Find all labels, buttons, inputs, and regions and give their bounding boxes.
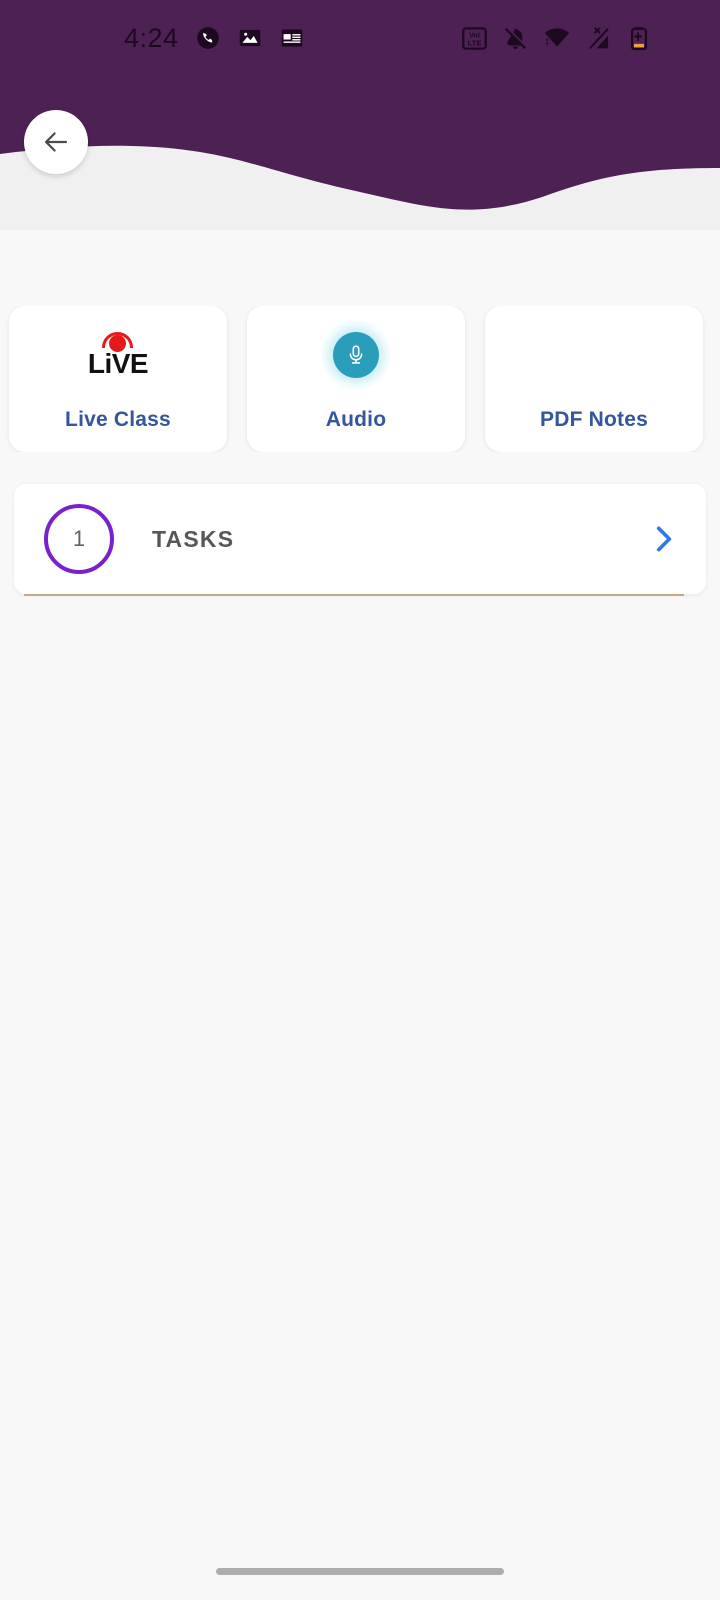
- action-card-audio-label: Audio: [325, 408, 387, 431]
- action-card-audio[interactable]: Audio: [247, 306, 465, 452]
- tasks-row-label: TASKS: [152, 525, 235, 552]
- header-wave-shape: [0, 0, 720, 210]
- tasks-row-chevron[interactable]: [646, 522, 680, 556]
- microphone-circle: [333, 332, 379, 378]
- live-class-icon-slot: LiVE: [9, 306, 227, 404]
- home-gesture-bar[interactable]: [216, 1568, 504, 1575]
- live-wordmark: LiVE: [87, 348, 149, 379]
- pdf-notes-icon-slot: [485, 306, 703, 404]
- audio-icon-slot: [247, 306, 465, 404]
- header-banner: 4:24 VoI LTE: [0, 0, 720, 230]
- tasks-row-underline: [24, 594, 684, 596]
- action-card-live-class[interactable]: LiVE Live Class: [9, 306, 227, 452]
- action-card-live-class-label: Live Class: [65, 408, 171, 431]
- back-button[interactable]: [24, 110, 88, 174]
- action-card-pdf-notes-label: PDF Notes: [540, 408, 648, 431]
- microphone-glyph-icon: [349, 345, 363, 364]
- tasks-row[interactable]: 1 TASKS: [14, 484, 706, 594]
- arrow-left-icon: [44, 132, 68, 152]
- action-card-pdf-notes[interactable]: PDF Notes: [485, 306, 703, 452]
- microphone-icon: [321, 320, 391, 390]
- app-screen: 4:24 VoI LTE LiVE Live Class Audio PDF N…: [0, 0, 720, 1600]
- live-badge-icon: LiVE: [80, 332, 156, 379]
- tasks-count-badge: 1: [44, 504, 114, 574]
- action-cards-row[interactable]: LiVE Live Class Audio PDF Notes: [0, 306, 720, 452]
- chevron-right-icon: [656, 526, 672, 552]
